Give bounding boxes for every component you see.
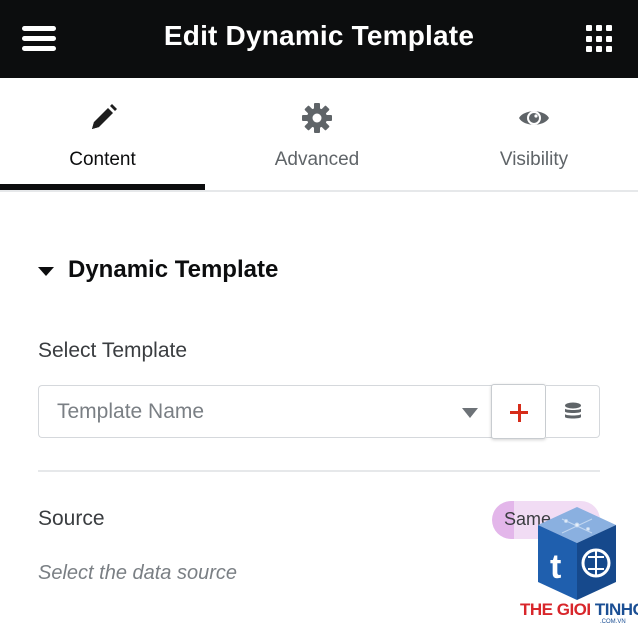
apps-grid-icon[interactable]: [586, 25, 614, 53]
pencil-icon: [91, 104, 117, 129]
chevron-down-icon: [462, 408, 478, 418]
section-title: Dynamic Template: [68, 256, 279, 283]
panel-title: Edit Dynamic Template: [163, 20, 475, 51]
tab-advanced[interactable]: Advanced: [212, 78, 422, 190]
database-icon: [565, 402, 581, 419]
gear-icon: [302, 103, 332, 133]
tab-visibility[interactable]: Visibility: [430, 78, 638, 190]
eye-icon: [519, 111, 549, 125]
template-library-button[interactable]: [546, 385, 600, 438]
svg-text:t: t: [550, 548, 561, 586]
panel-header: Edit Dynamic Template: [0, 0, 638, 78]
watermark-brand: THE GIOI TINHOC: [520, 600, 638, 619]
source-label: Source: [38, 507, 105, 530]
tab-content[interactable]: Content: [0, 78, 205, 190]
tab-advanced-label: Advanced: [274, 149, 360, 170]
select-template-label: Select Template: [38, 339, 188, 362]
tab-content-label: Content: [69, 149, 136, 170]
template-select[interactable]: Template Name: [38, 385, 492, 438]
section-divider: [38, 470, 600, 472]
tab-visibility-label: Visibility: [499, 149, 569, 170]
add-template-button[interactable]: [491, 384, 546, 439]
watermark-domain: .COM.VN: [600, 619, 626, 625]
active-tab-indicator: [0, 184, 205, 190]
template-select-placeholder: Template Name: [57, 400, 205, 423]
panel-tabs: Content Advanced Visibility: [0, 78, 638, 192]
source-help-text: Select the data source: [38, 562, 238, 584]
caret-down-icon: [38, 266, 54, 276]
section-toggle-dynamic-template[interactable]: Dynamic Template: [38, 256, 278, 284]
